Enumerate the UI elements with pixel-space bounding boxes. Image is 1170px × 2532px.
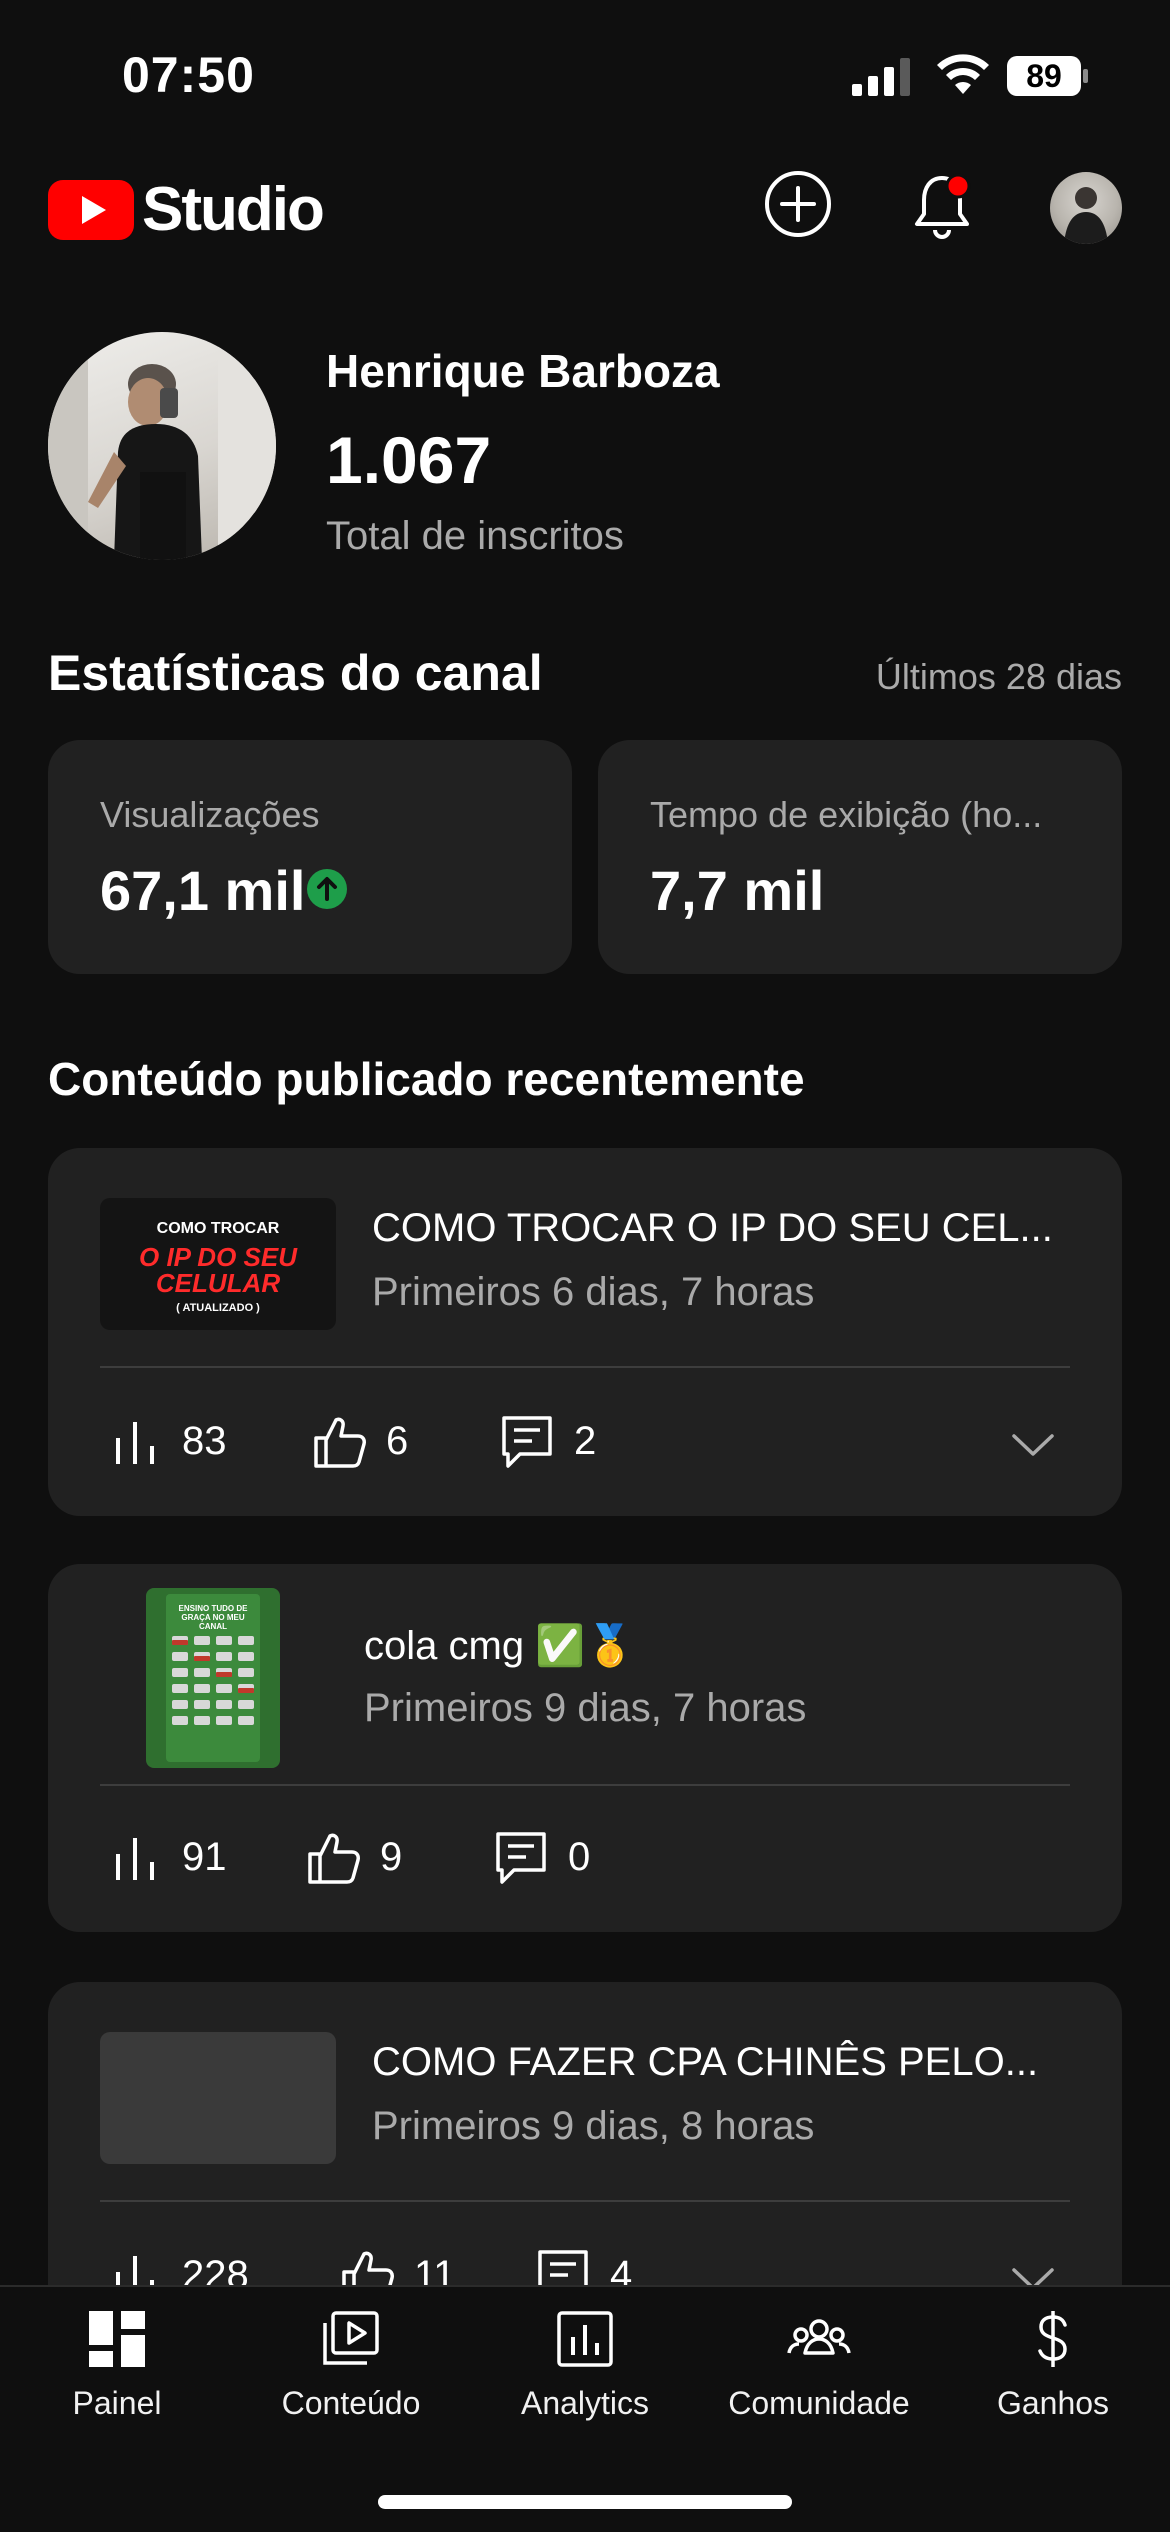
likes-metric: 9 <box>304 1828 402 1886</box>
cellular-signal-icon <box>852 58 910 96</box>
views-metric: 83 <box>106 1412 227 1470</box>
community-icon <box>787 2319 851 2355</box>
notifications-bell-icon[interactable] <box>908 170 976 242</box>
video-thumbnail[interactable]: ENSINO TUDO DE GRAÇA NO MEU CANAL <box>146 1588 280 1768</box>
views-bar-icon <box>116 1838 154 1880</box>
channel-avatar[interactable] <box>48 332 276 560</box>
like-icon <box>314 1417 366 1468</box>
video-title: cola cmg ✅🥇 <box>364 1624 635 1668</box>
chevron-down-icon[interactable] <box>1008 1430 1058 1460</box>
video-period: Primeiros 9 dias, 7 horas <box>364 1686 807 1730</box>
dashboard-icon <box>89 2311 145 2367</box>
grid-of-items-icon <box>172 1636 254 1725</box>
app-brand: Studio <box>142 175 325 244</box>
channel-stats-header: Estatísticas do canal Últimos 28 dias <box>48 644 1122 710</box>
thumb-text-line: CELULAR <box>155 1268 281 1298</box>
comments-metric: 2 <box>498 1412 596 1470</box>
video-card[interactable]: ENSINO TUDO DE GRAÇA NO MEU CANAL cola c… <box>48 1564 1122 1932</box>
nav-label: Comunidade <box>728 2385 910 2421</box>
trend-up-icon <box>307 869 347 909</box>
recent-content-title: Conteúdo publicado recentemente <box>48 1053 805 1105</box>
divider <box>100 2200 1070 2202</box>
views-value: 67,1 mil <box>100 859 306 922</box>
watch-time-value: 7,7 mil <box>650 859 825 922</box>
thumb-caption: ENSINO TUDO DE GRAÇA NO MEU CANAL <box>178 1604 248 1631</box>
phone-screen: ENSINO TUDO DE GRAÇA NO MEU CANAL <box>166 1594 260 1762</box>
watch-time-stat-card[interactable]: Tempo de exibição (ho... 7,7 mil <box>598 740 1122 974</box>
battery-level: 89 <box>1026 58 1062 94</box>
comments-metric: 0 <box>492 1828 590 1886</box>
views-count: 91 <box>182 1834 227 1879</box>
user-photo-icon <box>1064 187 1108 244</box>
video-title: COMO TROCAR O IP DO SEU CEL... <box>372 1206 1053 1250</box>
home-indicator[interactable] <box>378 2495 792 2509</box>
status-time: 07:50 <box>122 47 255 103</box>
likes-count: 6 <box>386 1418 409 1463</box>
channel-stats-title: Estatísticas do canal <box>48 645 543 701</box>
nav-label: Conteúdo <box>281 2385 421 2421</box>
subscriber-count: 1.067 <box>326 423 492 497</box>
likes-count: 9 <box>380 1834 403 1879</box>
channel-summary: Henrique Barboza 1.067 Total de inscrito… <box>48 332 1122 562</box>
wifi-icon <box>937 54 989 94</box>
comment-icon <box>502 1416 552 1468</box>
likes-metric: 6 <box>310 1412 408 1470</box>
nav-label: Analytics <box>520 2385 650 2421</box>
views-label: Visualizações <box>100 794 320 835</box>
comment-icon <box>496 1832 546 1884</box>
views-count: 83 <box>182 1418 227 1463</box>
earn-icon <box>1038 2311 1067 2367</box>
app-bar: Studio <box>0 160 1170 260</box>
status-bar: 07:50 89 <box>0 0 1170 150</box>
content-icon <box>323 2311 379 2365</box>
nav-label: Ganhos <box>996 2385 1110 2421</box>
views-bar-icon <box>116 1422 154 1464</box>
channel-name: Henrique Barboza <box>326 345 720 397</box>
nav-item-dashboard[interactable]: Painel <box>0 2307 234 2422</box>
divider <box>100 1366 1070 1368</box>
thumb-text-line: ( ATUALIZADO ) <box>176 1302 260 1314</box>
nav-item-content[interactable]: Conteúdo <box>234 2307 468 2422</box>
subscriber-label: Total de inscritos <box>326 514 624 558</box>
nav-label: Painel <box>72 2385 162 2421</box>
like-icon <box>308 1833 360 1884</box>
video-thumbnail[interactable] <box>100 2032 336 2164</box>
stats-period: Últimos 28 dias <box>875 656 1122 697</box>
comments-count: 0 <box>568 1834 591 1879</box>
account-avatar[interactable] <box>1050 172 1122 244</box>
nav-item-earn[interactable]: Ganhos <box>936 2307 1170 2422</box>
channel-photo-icon <box>48 332 276 560</box>
nav-item-community[interactable]: Comunidade <box>702 2307 936 2422</box>
views-metric: 91 <box>106 1828 227 1886</box>
video-period: Primeiros 9 dias, 8 horas <box>372 2104 815 2148</box>
video-card[interactable]: COMO TROCAR O IP DO SEU CELULAR ( ATUALI… <box>48 1148 1122 1516</box>
views-stat-card[interactable]: Visualizações 67,1 mil <box>48 740 572 974</box>
video-thumbnail[interactable]: COMO TROCAR O IP DO SEU CELULAR ( ATUALI… <box>100 1198 336 1330</box>
analytics-icon <box>557 2311 613 2367</box>
comments-count: 2 <box>574 1418 597 1463</box>
divider <box>100 1784 1070 1786</box>
youtube-logo-icon <box>48 180 134 240</box>
video-period: Primeiros 6 dias, 7 horas <box>372 1270 815 1314</box>
video-title: COMO FAZER CPA CHINÊS PELO... <box>372 2040 1039 2084</box>
thumb-text-line: COMO TROCAR <box>156 1220 280 1237</box>
nav-item-analytics[interactable]: Analytics <box>468 2307 702 2422</box>
watch-time-label: Tempo de exibição (ho... <box>650 794 1043 835</box>
create-icon[interactable] <box>764 170 832 238</box>
